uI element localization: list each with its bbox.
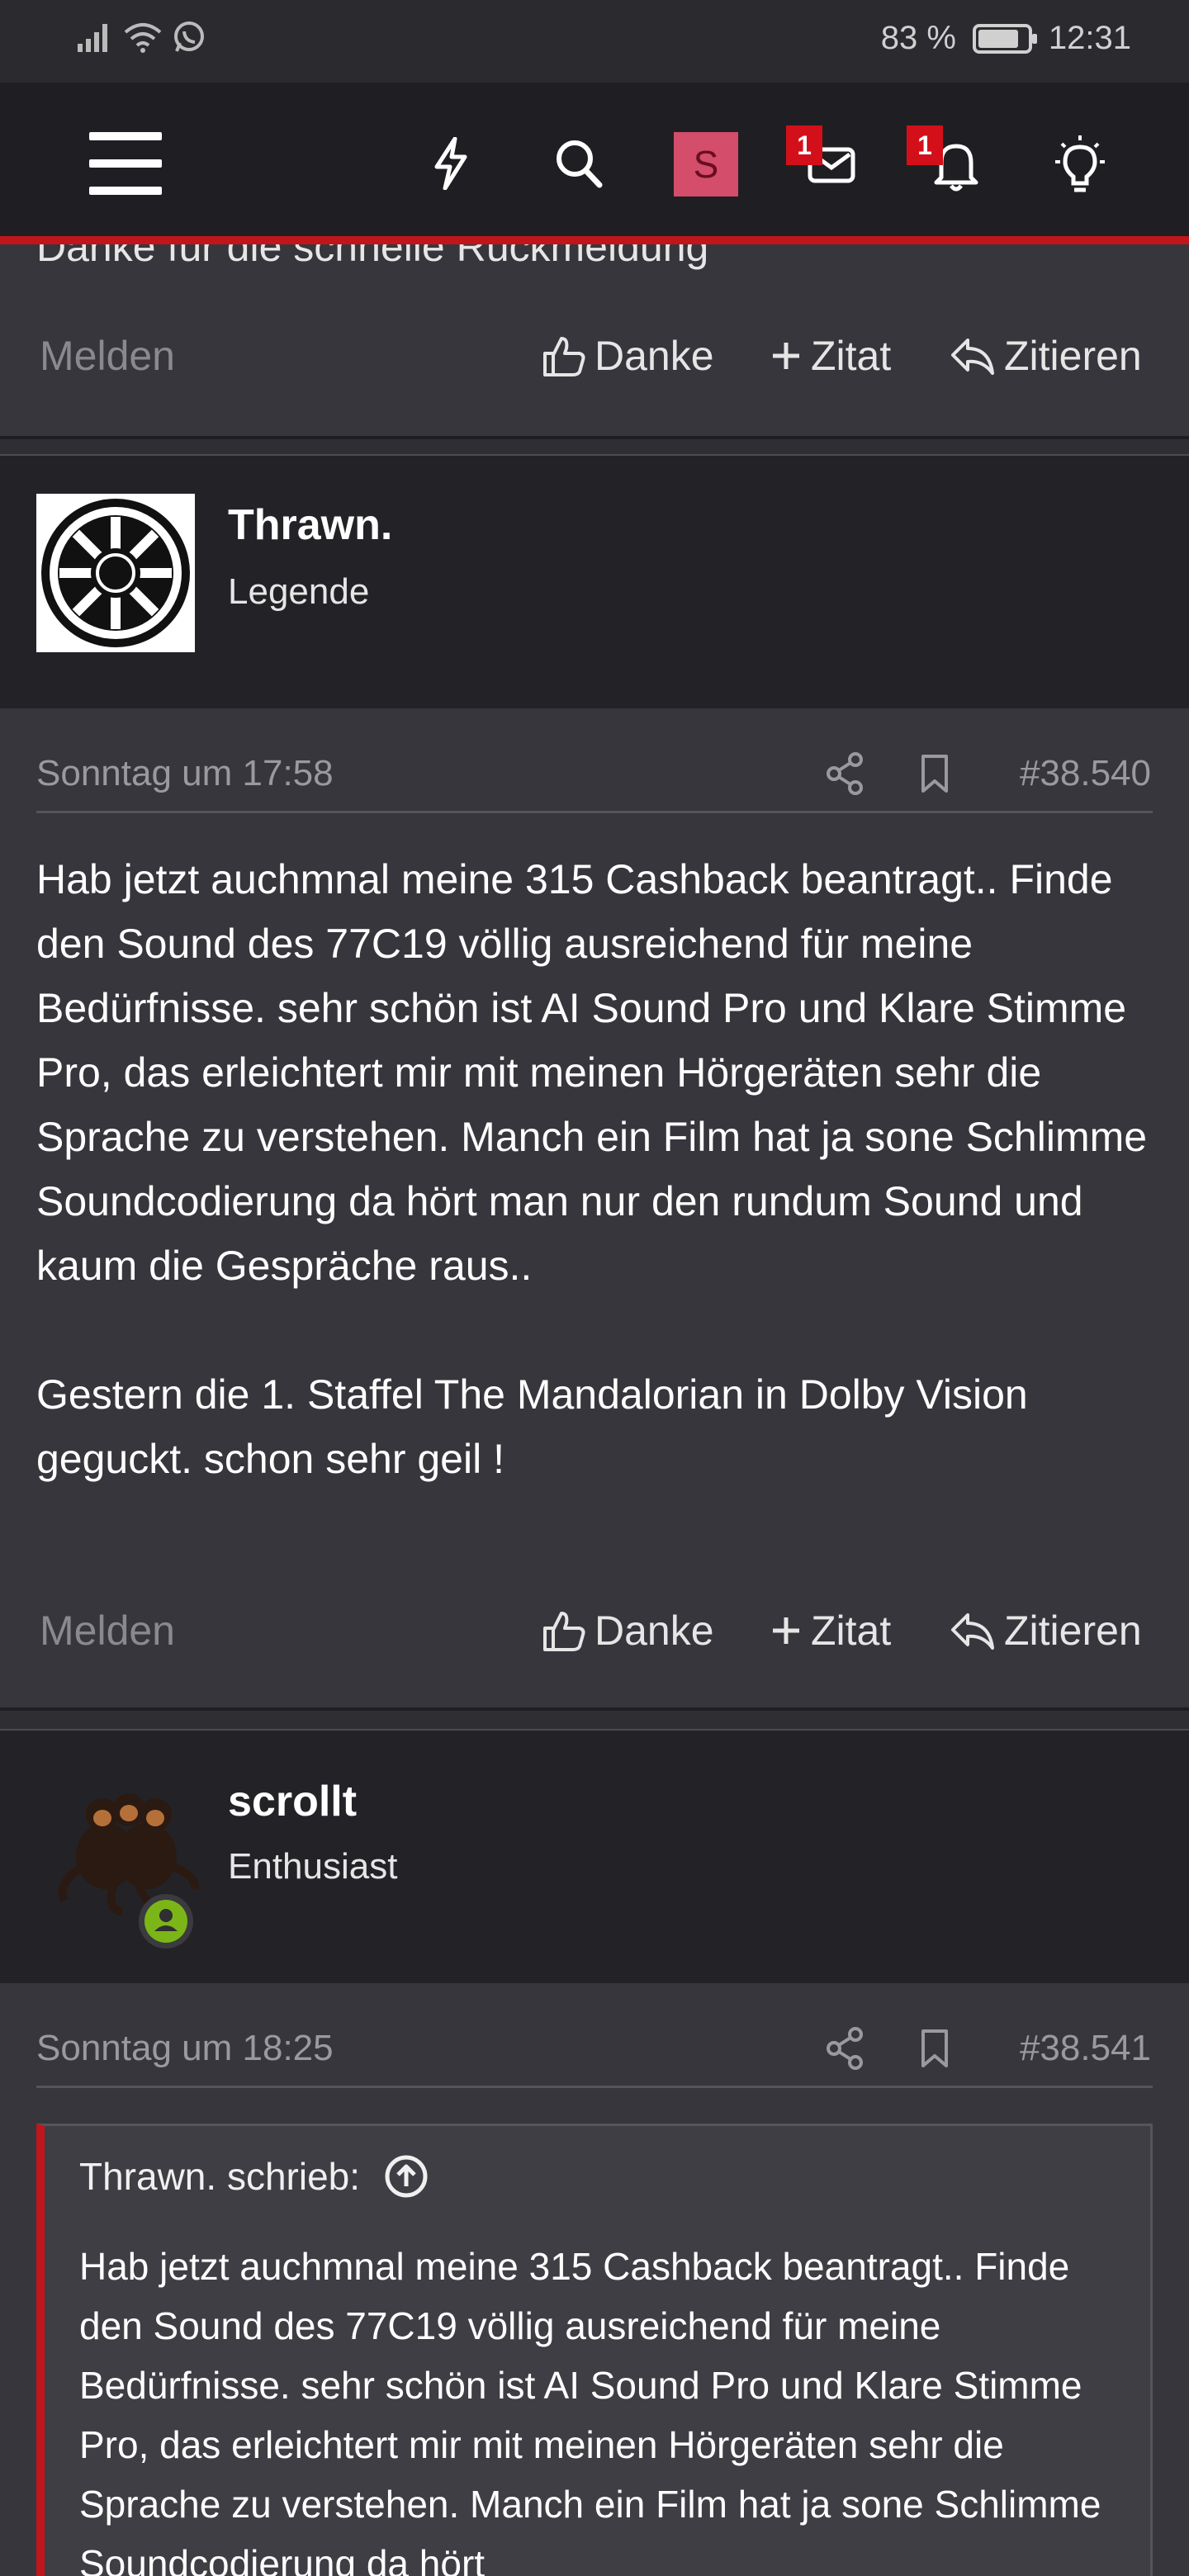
like-label: Danke xyxy=(594,1608,714,1654)
reply-button[interactable]: Zitieren xyxy=(950,1607,1142,1655)
reply-label: Zitieren xyxy=(1004,1608,1142,1654)
author-avatar[interactable] xyxy=(56,1777,201,1949)
monkeys-avatar-icon xyxy=(58,1793,200,1916)
like-button[interactable]: Danke xyxy=(542,1607,714,1655)
quote-header[interactable]: Thrawn. schrieb: xyxy=(45,2126,1150,2227)
imperial-emblem-icon xyxy=(41,499,190,647)
quote-paragraph: Hab jetzt auchmnal meine 315 Cashback be… xyxy=(79,2245,1101,2576)
lightning-icon[interactable] xyxy=(426,130,476,197)
bookmark-icon[interactable] xyxy=(918,2028,951,2069)
share-icon[interactable] xyxy=(824,2026,865,2071)
notifications-badge: 1 xyxy=(907,125,943,165)
thumbs-up-icon xyxy=(543,1612,585,1651)
reply-button[interactable]: Zitieren xyxy=(950,332,1142,380)
author-title: Legende xyxy=(228,571,370,612)
reply-icon xyxy=(951,339,994,375)
whatsapp-icon xyxy=(174,21,204,52)
post-content: Hab jetzt auchmnal meine 315 Cashback be… xyxy=(36,847,1159,1491)
user-avatar[interactable]: S xyxy=(674,132,738,197)
post-number[interactable]: #38.541 xyxy=(1020,2028,1151,2069)
like-button[interactable]: Danke xyxy=(542,332,714,380)
like-label: Danke xyxy=(594,333,714,379)
meta-divider xyxy=(36,2086,1153,2088)
battery-level xyxy=(978,29,1019,48)
multiquote-button[interactable]: Zitat xyxy=(770,1607,891,1655)
status-bar: 83 % 12:31 xyxy=(0,0,1189,83)
post-meta: Sonntag um 18:25 #38.541 xyxy=(0,2018,1189,2088)
reply-label: Zitieren xyxy=(1004,333,1142,379)
post-author-block: scrollt Enthusiast xyxy=(0,1731,1189,1983)
post-number[interactable]: #38.540 xyxy=(1020,753,1151,794)
quote-author-label: Thrawn. schrieb: xyxy=(79,2155,361,2198)
avatar-letter: S xyxy=(693,143,719,186)
clock: 12:31 xyxy=(1048,20,1131,56)
post-paragraph: Hab jetzt auchmnal meine 315 Cashback be… xyxy=(36,856,1148,1289)
status-icons-right: 83 % 12:31 xyxy=(881,20,1131,57)
post-separator xyxy=(0,1707,1189,1711)
user-online-icon xyxy=(144,1900,187,1943)
previous-post-actions: Melden Danke Zitat Zitieren xyxy=(0,315,1189,398)
multiquote-button[interactable]: Zitat xyxy=(770,332,891,380)
author-name[interactable]: scrollt xyxy=(228,1777,357,1826)
messages-badge: 1 xyxy=(786,125,822,165)
post-date[interactable]: Sonntag um 18:25 xyxy=(36,2028,334,2069)
plus-icon xyxy=(773,1617,799,1644)
post-date[interactable]: Sonntag um 17:58 xyxy=(36,753,334,794)
author-name[interactable]: Thrawn. xyxy=(228,500,392,550)
plus-icon xyxy=(773,343,799,369)
reply-icon xyxy=(951,1613,994,1650)
post-actions: Melden Danke Zitat Zitieren xyxy=(0,1590,1189,1673)
lightbulb-icon[interactable] xyxy=(1049,132,1111,198)
hamburger-icon[interactable] xyxy=(89,132,162,195)
meta-divider xyxy=(36,811,1153,813)
bookmark-icon[interactable] xyxy=(918,753,951,794)
quote-block: Thrawn. schrieb: Hab jetzt auchmnal mein… xyxy=(36,2124,1153,2576)
signal-icon xyxy=(78,24,107,52)
post-author-block: Thrawn. Legende xyxy=(0,456,1189,708)
report-link[interactable]: Melden xyxy=(40,332,175,380)
online-status-badge xyxy=(139,1894,193,1949)
thumbs-up-icon xyxy=(543,337,585,376)
top-navigation: S 1 1 xyxy=(0,83,1189,244)
report-link[interactable]: Melden xyxy=(40,1607,175,1655)
author-avatar[interactable] xyxy=(36,494,195,652)
post-separator xyxy=(0,436,1189,439)
wifi-icon xyxy=(124,23,162,53)
post-paragraph: Gestern die 1. Staffel The Mandalorian i… xyxy=(36,1371,1028,1482)
arrow-up-circle-icon[interactable] xyxy=(383,2153,429,2200)
multiquote-label: Zitat xyxy=(811,333,892,379)
author-title: Enthusiast xyxy=(228,1846,398,1887)
quote-content: Hab jetzt auchmnal meine 315 Cashback be… xyxy=(45,2227,1150,2576)
share-icon[interactable] xyxy=(824,751,865,796)
search-icon[interactable] xyxy=(552,134,606,193)
battery-percent: 83 % xyxy=(880,20,956,56)
post-meta: Sonntag um 17:58 #38.540 xyxy=(0,743,1189,813)
battery-icon xyxy=(972,23,1037,54)
multiquote-label: Zitat xyxy=(811,1608,892,1654)
status-icons-left xyxy=(76,20,206,54)
